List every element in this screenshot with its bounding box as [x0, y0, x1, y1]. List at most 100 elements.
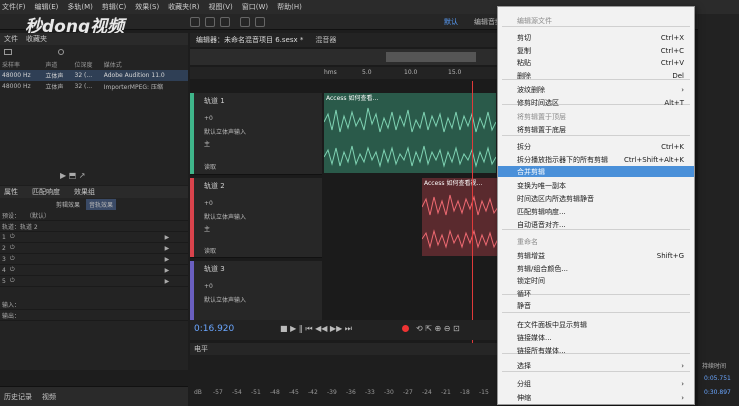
overview-bar[interactable]: [190, 49, 498, 65]
col-bit-depth[interactable]: 位深度: [73, 59, 102, 70]
context-menu-item[interactable]: 锁定时间: [517, 275, 688, 286]
workspace-default[interactable]: 默认: [444, 17, 458, 27]
effect-slot[interactable]: 4 ⏻ ▶: [0, 265, 188, 276]
col-sample-rate[interactable]: 采样率: [0, 59, 43, 70]
tab-clip-effects[interactable]: 剪辑效果: [56, 200, 80, 209]
track-2[interactable]: 轨道 2 +0 默认立体声输入 主 读取: [190, 178, 322, 258]
tab-editor[interactable]: 编辑器：未命名混音项目 6.sesx *: [190, 35, 309, 45]
volume-knob[interactable]: +0: [204, 115, 213, 122]
tab-video[interactable]: 视频: [42, 392, 56, 402]
lasso-tool-icon[interactable]: [255, 17, 265, 27]
level-tick-label: -39: [327, 389, 337, 396]
context-menu-item[interactable]: 剪切 Ctrl+X: [517, 32, 688, 43]
menu-item[interactable]: 效果(S): [135, 2, 159, 12]
track-input[interactable]: 默认立体声输入: [204, 127, 246, 136]
folder-icon[interactable]: [4, 49, 12, 55]
razor-tool-icon[interactable]: [205, 17, 215, 27]
record-button[interactable]: [402, 325, 409, 332]
tab-files[interactable]: 文件: [4, 34, 18, 44]
clip-label: Access 如何查看视…: [424, 180, 483, 187]
menu-item[interactable]: 收藏夹(R): [168, 2, 199, 12]
volume-knob[interactable]: +0: [204, 200, 213, 207]
transport-controls[interactable]: ■ ▶ ‖ ⏮ ◀◀ ▶▶ ⏭: [280, 324, 352, 334]
menu-item[interactable]: 帮助(H): [277, 2, 302, 12]
context-menu-item[interactable]: 伸缩 ›: [517, 392, 688, 403]
tab-track-effects[interactable]: 音轨效果: [86, 198, 117, 210]
table-row[interactable]: 48000 Hz 立体声 32 (... ImporterMPEG: 压缩: [0, 81, 188, 92]
context-menu-item[interactable]: 在文件面板中显示剪辑: [517, 319, 688, 330]
context-menu-item[interactable]: 粘贴 Ctrl+V: [517, 57, 688, 68]
move-tool-icon[interactable]: [190, 17, 200, 27]
tab-properties[interactable]: 属性: [4, 187, 18, 197]
effect-slot[interactable]: 1 ⏻ ▶: [0, 232, 188, 243]
table-row[interactable]: 48000 Hz 立体声 32 (... Adobe Audition 11.0: [0, 70, 188, 81]
context-menu-item[interactable]: 分组 ›: [517, 378, 688, 389]
context-menu-item[interactable]: 链接所有媒体...: [517, 345, 688, 356]
tab-effects-rack[interactable]: 效果组: [74, 187, 95, 197]
context-menu-item[interactable]: 编辑源文件: [517, 15, 688, 26]
context-menu-item[interactable]: 选择 ›: [517, 360, 688, 371]
context-menu-item[interactable]: 删除 Del: [517, 70, 688, 81]
tab-history[interactable]: 历史记录: [4, 392, 32, 402]
context-menu-item[interactable]: 静音: [517, 300, 688, 311]
track-3[interactable]: 轨道 3 +0 默认立体声输入: [190, 261, 322, 321]
tab-level[interactable]: 电平: [194, 344, 208, 354]
playhead[interactable]: [472, 81, 473, 351]
context-menu-item[interactable]: 变换为唯一副本: [517, 180, 688, 191]
search-icon[interactable]: [58, 49, 64, 55]
context-menu-item[interactable]: 拆分播放指示器下的所有剪辑 Ctrl+Shift+Alt+K: [517, 154, 688, 165]
level-tick-label: -18: [460, 389, 470, 396]
slip-tool-icon[interactable]: [220, 17, 230, 27]
context-menu-item[interactable]: 合并剪辑: [498, 166, 694, 177]
context-menu-item[interactable]: 复制 Ctrl+C: [517, 45, 688, 56]
context-menu-item[interactable]: 剪辑/组合颜色...: [517, 263, 688, 274]
level-tick-label: -27: [403, 389, 413, 396]
track-input[interactable]: 默认立体声输入: [204, 212, 246, 221]
context-menu-item[interactable]: 将剪辑置于底层: [517, 124, 688, 135]
track-1[interactable]: 轨道 1 +0 默认立体声输入 主 读取: [190, 93, 322, 175]
context-menu-item[interactable]: 时间选区内所选剪辑静音: [517, 193, 688, 204]
ruler-label: hms: [324, 69, 337, 76]
col-format[interactable]: 媒体式: [102, 59, 188, 70]
context-menu-item[interactable]: 自动语音对齐...: [517, 219, 688, 230]
context-menu-item[interactable]: 重命名: [517, 236, 688, 247]
volume-knob[interactable]: +0: [204, 283, 213, 290]
context-menu-item[interactable]: 拆分 Ctrl+K: [517, 141, 688, 152]
overview-viewport[interactable]: [386, 52, 476, 62]
context-menu-item[interactable]: 链接媒体...: [517, 332, 688, 343]
tab-mixer[interactable]: 混音器: [309, 35, 342, 45]
track-output[interactable]: 主: [204, 139, 210, 148]
track-name[interactable]: 轨道 1: [204, 96, 225, 106]
col-channels[interactable]: 声道: [43, 59, 72, 70]
marquee-tool-icon[interactable]: [240, 17, 250, 27]
context-menu-item[interactable]: 修剪时间选区 Alt+T: [517, 97, 688, 108]
level-tick-label: -57: [213, 389, 223, 396]
preset-select[interactable]: （默认）: [26, 211, 50, 220]
context-menu-item[interactable]: 循环: [517, 288, 688, 299]
files-footer-icons[interactable]: ▶ ⬒ ↗: [60, 171, 86, 180]
zoom-controls[interactable]: ⟲ ⇱ ⊕ ⊖ ⊡: [416, 324, 460, 333]
clip-track1[interactable]: Access 如何查看…: [324, 93, 496, 173]
menu-item[interactable]: 文件(F): [2, 2, 26, 12]
effect-slot[interactable]: 2 ⏻ ▶: [0, 243, 188, 254]
automation-mode[interactable]: 读取: [204, 162, 216, 171]
context-menu-item[interactable]: 将剪辑置于顶层: [517, 111, 688, 122]
menu-item[interactable]: 多轨(M): [67, 2, 93, 12]
automation-mode[interactable]: 读取: [204, 246, 216, 255]
context-menu-item[interactable]: 剪辑增益 Shift+G: [517, 250, 688, 261]
track-input[interactable]: 默认立体声输入: [204, 295, 246, 304]
context-menu-item[interactable]: 匹配剪辑响度...: [517, 206, 688, 217]
effect-slot[interactable]: 3 ⏻ ▶: [0, 254, 188, 265]
tab-favorites[interactable]: 收藏夹: [26, 34, 47, 44]
track-name[interactable]: 轨道 3: [204, 264, 225, 274]
menu-item[interactable]: 视图(V): [209, 2, 233, 12]
clip-track2[interactable]: Access 如何查看视…: [422, 178, 498, 256]
tab-match-loudness[interactable]: 匹配响度: [32, 187, 60, 197]
menu-item[interactable]: 编辑(E): [35, 2, 59, 12]
track-output[interactable]: 主: [204, 224, 210, 233]
context-menu-item[interactable]: 波纹删除 ›: [517, 84, 688, 95]
track-name[interactable]: 轨道 2: [204, 181, 225, 191]
menu-item[interactable]: 剪辑(C): [102, 2, 126, 12]
menu-item[interactable]: 窗口(W): [242, 2, 268, 12]
effect-slot[interactable]: 5 ⏻ ▶: [0, 276, 188, 287]
